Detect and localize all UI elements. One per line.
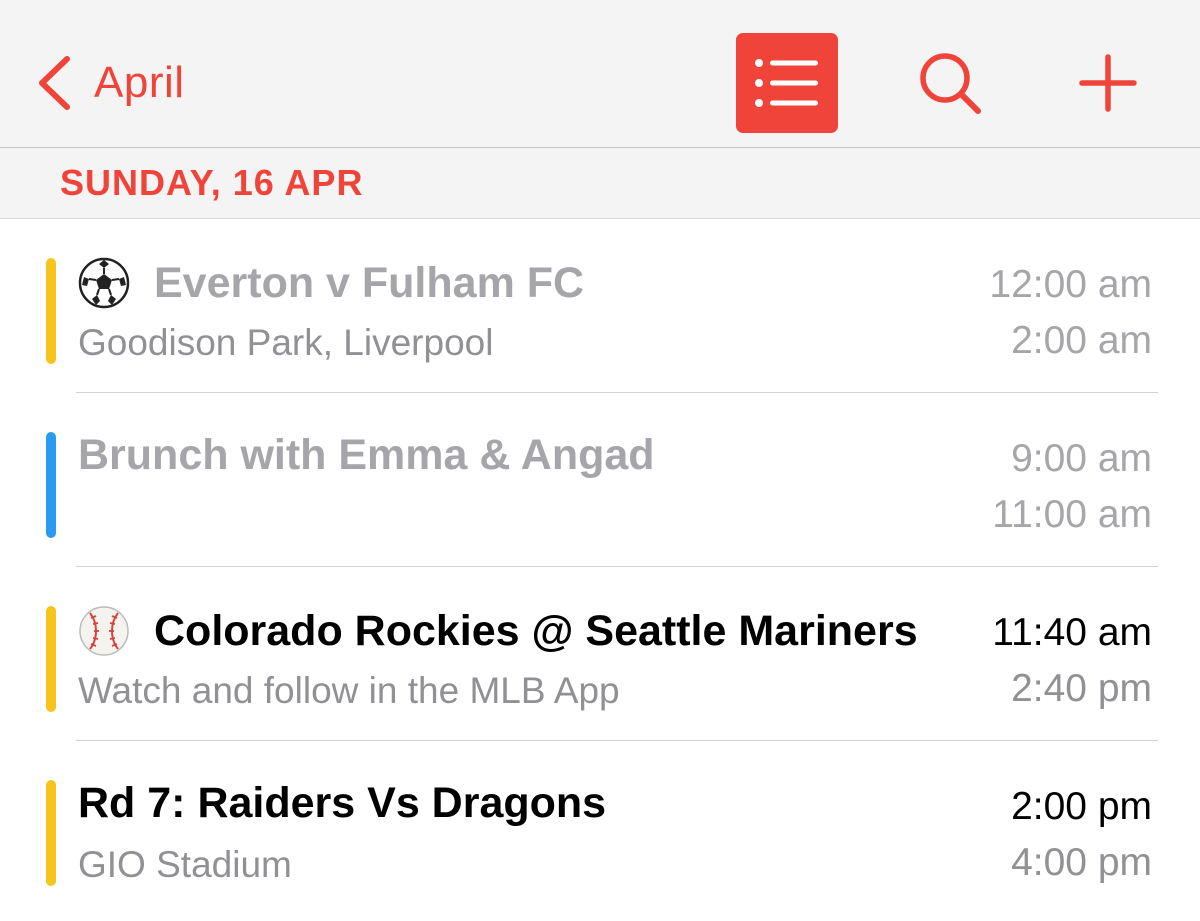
search-icon — [920, 53, 981, 114]
day-header-label: SUNDAY, 16 APR — [60, 162, 364, 203]
event-end-time: 2:40 pm — [1011, 667, 1152, 710]
event-end-time: 4:00 pm — [1011, 841, 1152, 884]
event-title: Rd 7: Raiders Vs Dragons — [78, 779, 606, 828]
event-title-text: Brunch with Emma & Angad — [78, 431, 655, 479]
soccer-ball-icon — [78, 257, 130, 309]
add-event-button[interactable] — [1075, 50, 1141, 116]
event-start-time: 9:00 am — [1011, 437, 1152, 480]
chevron-left-icon — [39, 56, 70, 110]
event-title: Everton v Fulham FC — [78, 257, 584, 309]
back-button[interactable]: April — [34, 48, 185, 118]
list-icon — [755, 59, 818, 107]
search-button[interactable] — [917, 50, 983, 116]
event-location: Goodison Park, Liverpool — [78, 322, 494, 363]
event-row-raiders-dragons[interactable]: Rd 7: Raiders Vs Dragons GIO Stadium 2:0… — [0, 741, 1200, 915]
event-title-text: Everton v Fulham FC — [154, 258, 585, 307]
event-row-brunch[interactable]: Brunch with Emma & Angad 9:00 am 11:00 a… — [0, 393, 1200, 567]
event-location: GIO Stadium — [78, 844, 292, 885]
event-title: Colorado Rockies @ Seattle Mariners — [78, 605, 918, 657]
plus-icon — [1079, 54, 1137, 112]
event-start-time: 2:00 pm — [1011, 785, 1152, 828]
day-section-header: SUNDAY, 16 APR — [0, 148, 1200, 219]
event-title: Brunch with Emma & Angad — [78, 431, 655, 480]
calendar-color-bar — [46, 432, 56, 538]
event-end-time: 11:00 am — [992, 493, 1152, 536]
event-row-rockies-mariners[interactable]: Colorado Rockies @ Seattle Mariners Watc… — [0, 567, 1200, 741]
event-location: Watch and follow in the MLB App — [78, 670, 620, 711]
event-row-everton-fulham[interactable]: Everton v Fulham FC Goodison Park, Liver… — [0, 219, 1200, 393]
event-end-time: 2:00 am — [1011, 319, 1152, 362]
list-view-button[interactable] — [736, 33, 838, 133]
baseball-icon — [79, 606, 129, 656]
event-start-time: 11:40 am — [992, 611, 1152, 654]
back-label: April — [94, 58, 185, 107]
event-title-text: Rd 7: Raiders Vs Dragons — [78, 779, 607, 827]
navigation-bar: April — [0, 0, 1200, 148]
calendar-color-bar — [46, 258, 56, 364]
calendar-color-bar — [46, 780, 56, 886]
event-title-text: Colorado Rockies @ Seattle Mariners — [154, 606, 918, 655]
calendar-color-bar — [46, 606, 56, 712]
event-start-time: 12:00 am — [989, 263, 1152, 306]
